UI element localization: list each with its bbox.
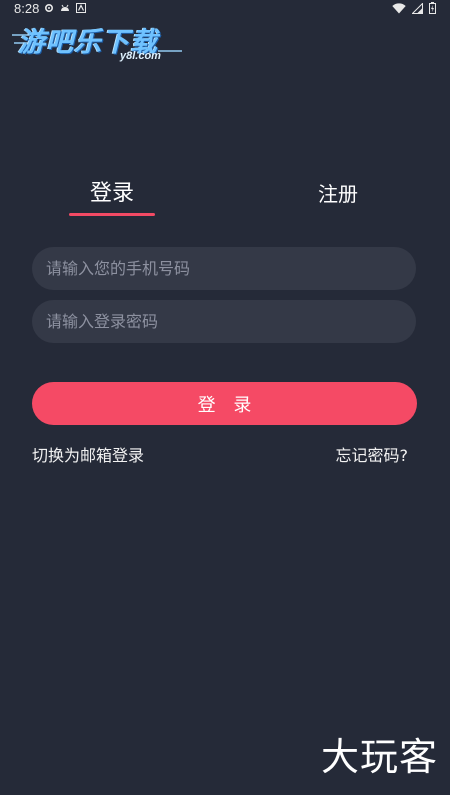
- notification-icons: [44, 3, 86, 13]
- system-status-icons: [392, 2, 436, 14]
- android-icon: [61, 4, 69, 11]
- battery-icon: [429, 2, 436, 14]
- app-notification-icon: [76, 3, 86, 13]
- phone-number-input[interactable]: [32, 247, 416, 290]
- wifi-icon: [392, 2, 406, 13]
- logo-streak: [158, 50, 182, 52]
- auth-tabs: 登录 注册: [0, 176, 450, 220]
- settings-gear-icon: [44, 3, 54, 13]
- status-time: 8:28: [14, 1, 40, 16]
- watermark-logo: 游吧乐下载 y8l.com: [12, 20, 186, 66]
- corner-watermark: 大玩客: [320, 735, 438, 779]
- watermark-logo-domain: y8l.com: [120, 50, 161, 62]
- status-bar: 8:28: [0, 0, 450, 18]
- password-input[interactable]: [32, 300, 416, 343]
- active-tab-indicator: [69, 213, 155, 216]
- tab-register[interactable]: 注册: [294, 176, 382, 212]
- tab-login[interactable]: 登录: [68, 176, 156, 212]
- forgot-password-link[interactable]: 忘记密码?: [336, 442, 409, 466]
- cellular-signal-icon: [412, 2, 423, 14]
- login-button[interactable]: 登 录: [32, 382, 417, 425]
- switch-to-email-login-link[interactable]: 切换为邮箱登录: [32, 442, 144, 466]
